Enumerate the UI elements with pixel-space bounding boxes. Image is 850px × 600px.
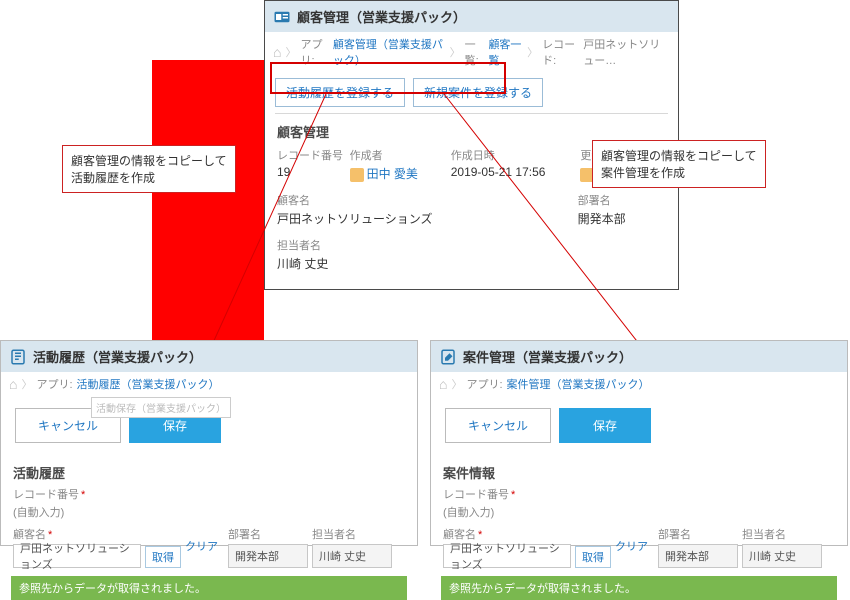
app-header: 案件管理（営業支援パック） xyxy=(431,341,847,372)
bc-rec-val: 戸田ネットソリュー… xyxy=(583,36,670,68)
avatar-icon xyxy=(350,168,364,182)
toast: 参照先からデータが取得されました。 xyxy=(441,576,837,600)
toast: 参照先からデータが取得されました。 xyxy=(11,576,407,600)
home-icon[interactable]: ⌂ xyxy=(439,376,447,392)
breadcrumb: ⌂ 〉 アプリ: 活動履歴（営業支援パック） xyxy=(1,372,417,396)
ghost-tooltip: 活動保存（営業支援パック） xyxy=(91,397,231,418)
chevron-icon: 〉 xyxy=(450,44,461,60)
document-edit-icon xyxy=(439,348,457,366)
app-title: 案件管理（営業支援パック） xyxy=(463,347,632,366)
clear-link[interactable]: クリア xyxy=(185,538,218,554)
bc-rec-label: レコード: xyxy=(542,36,579,68)
ctime-label: 作成日時 xyxy=(451,147,575,163)
home-icon[interactable]: ⌂ xyxy=(9,376,17,392)
chevron-icon: 〉 xyxy=(21,376,32,392)
recno-label: レコード番号* xyxy=(13,489,85,501)
creator-label: 作成者 xyxy=(350,147,445,163)
chevron-icon: 〉 xyxy=(285,44,296,60)
bc-app-label: アプリ: xyxy=(466,376,502,392)
breadcrumb: ⌂ 〉 アプリ: 案件管理（営業支援パック） xyxy=(431,372,847,396)
dept-label: 部署名 xyxy=(228,526,308,542)
get-button[interactable]: 取得 xyxy=(145,546,181,568)
dept-label: 部署名 xyxy=(658,526,738,542)
cust-value: 戸田ネットソリューションズ xyxy=(277,210,572,227)
cust-label: 顧客名 xyxy=(277,192,572,208)
app-title: 顧客管理（営業支援パック） xyxy=(297,7,466,26)
id-card-icon xyxy=(273,8,291,26)
save-button[interactable]: 保存 xyxy=(559,408,651,443)
highlight-box xyxy=(270,62,506,94)
activity-panel: 活動履歴（営業支援パック） ⌂ 〉 アプリ: 活動履歴（営業支援パック） 活動保… xyxy=(0,340,418,546)
home-icon[interactable]: ⌂ xyxy=(273,44,281,60)
bc-app-link[interactable]: 案件管理（営業支援パック） xyxy=(507,376,650,392)
auto-text: (自動入力) xyxy=(1,502,417,522)
recno-value: 19 xyxy=(277,165,344,179)
bc-app-link[interactable]: 活動履歴（営業支援パック） xyxy=(77,376,220,392)
dept-value: 開発本部 xyxy=(578,210,666,227)
contact-label: 担当者名 xyxy=(277,237,477,253)
case-panel: 案件管理（営業支援パック） ⌂ 〉 アプリ: 案件管理（営業支援パック） キャン… xyxy=(430,340,848,546)
section-title: 活動履歴 xyxy=(1,455,417,486)
cancel-button[interactable]: キャンセル xyxy=(445,408,551,443)
contact-label: 担当者名 xyxy=(742,526,822,542)
app-title: 活動履歴（営業支援パック） xyxy=(33,347,202,366)
recno-label: レコード番号* xyxy=(443,489,515,501)
document-icon xyxy=(9,348,27,366)
app-header: 顧客管理（営業支援パック） xyxy=(265,1,678,32)
ctime-value: 2019-05-21 17:56 xyxy=(451,165,575,179)
app-header: 活動履歴（営業支援パック） xyxy=(1,341,417,372)
contact-label: 担当者名 xyxy=(312,526,392,542)
callout-left: 顧客管理の情報をコピーして 活動履歴を作成 xyxy=(62,145,236,193)
chevron-icon: 〉 xyxy=(527,44,538,60)
recno-label: レコード番号 xyxy=(277,147,344,163)
section-title: 案件情報 xyxy=(431,455,847,486)
clear-link[interactable]: クリア xyxy=(615,538,648,554)
get-button[interactable]: 取得 xyxy=(575,546,611,568)
callout-right: 顧客管理の情報をコピーして 案件管理を作成 xyxy=(592,140,766,188)
contact-value: 川崎 丈史 xyxy=(277,255,477,272)
bc-app-label: アプリ: xyxy=(36,376,72,392)
dept-label: 部署名 xyxy=(578,192,666,208)
auto-text: (自動入力) xyxy=(431,502,847,522)
chevron-icon: 〉 xyxy=(451,376,462,392)
creator-value[interactable]: 田中 愛美 xyxy=(350,165,445,182)
red-background xyxy=(152,60,264,350)
